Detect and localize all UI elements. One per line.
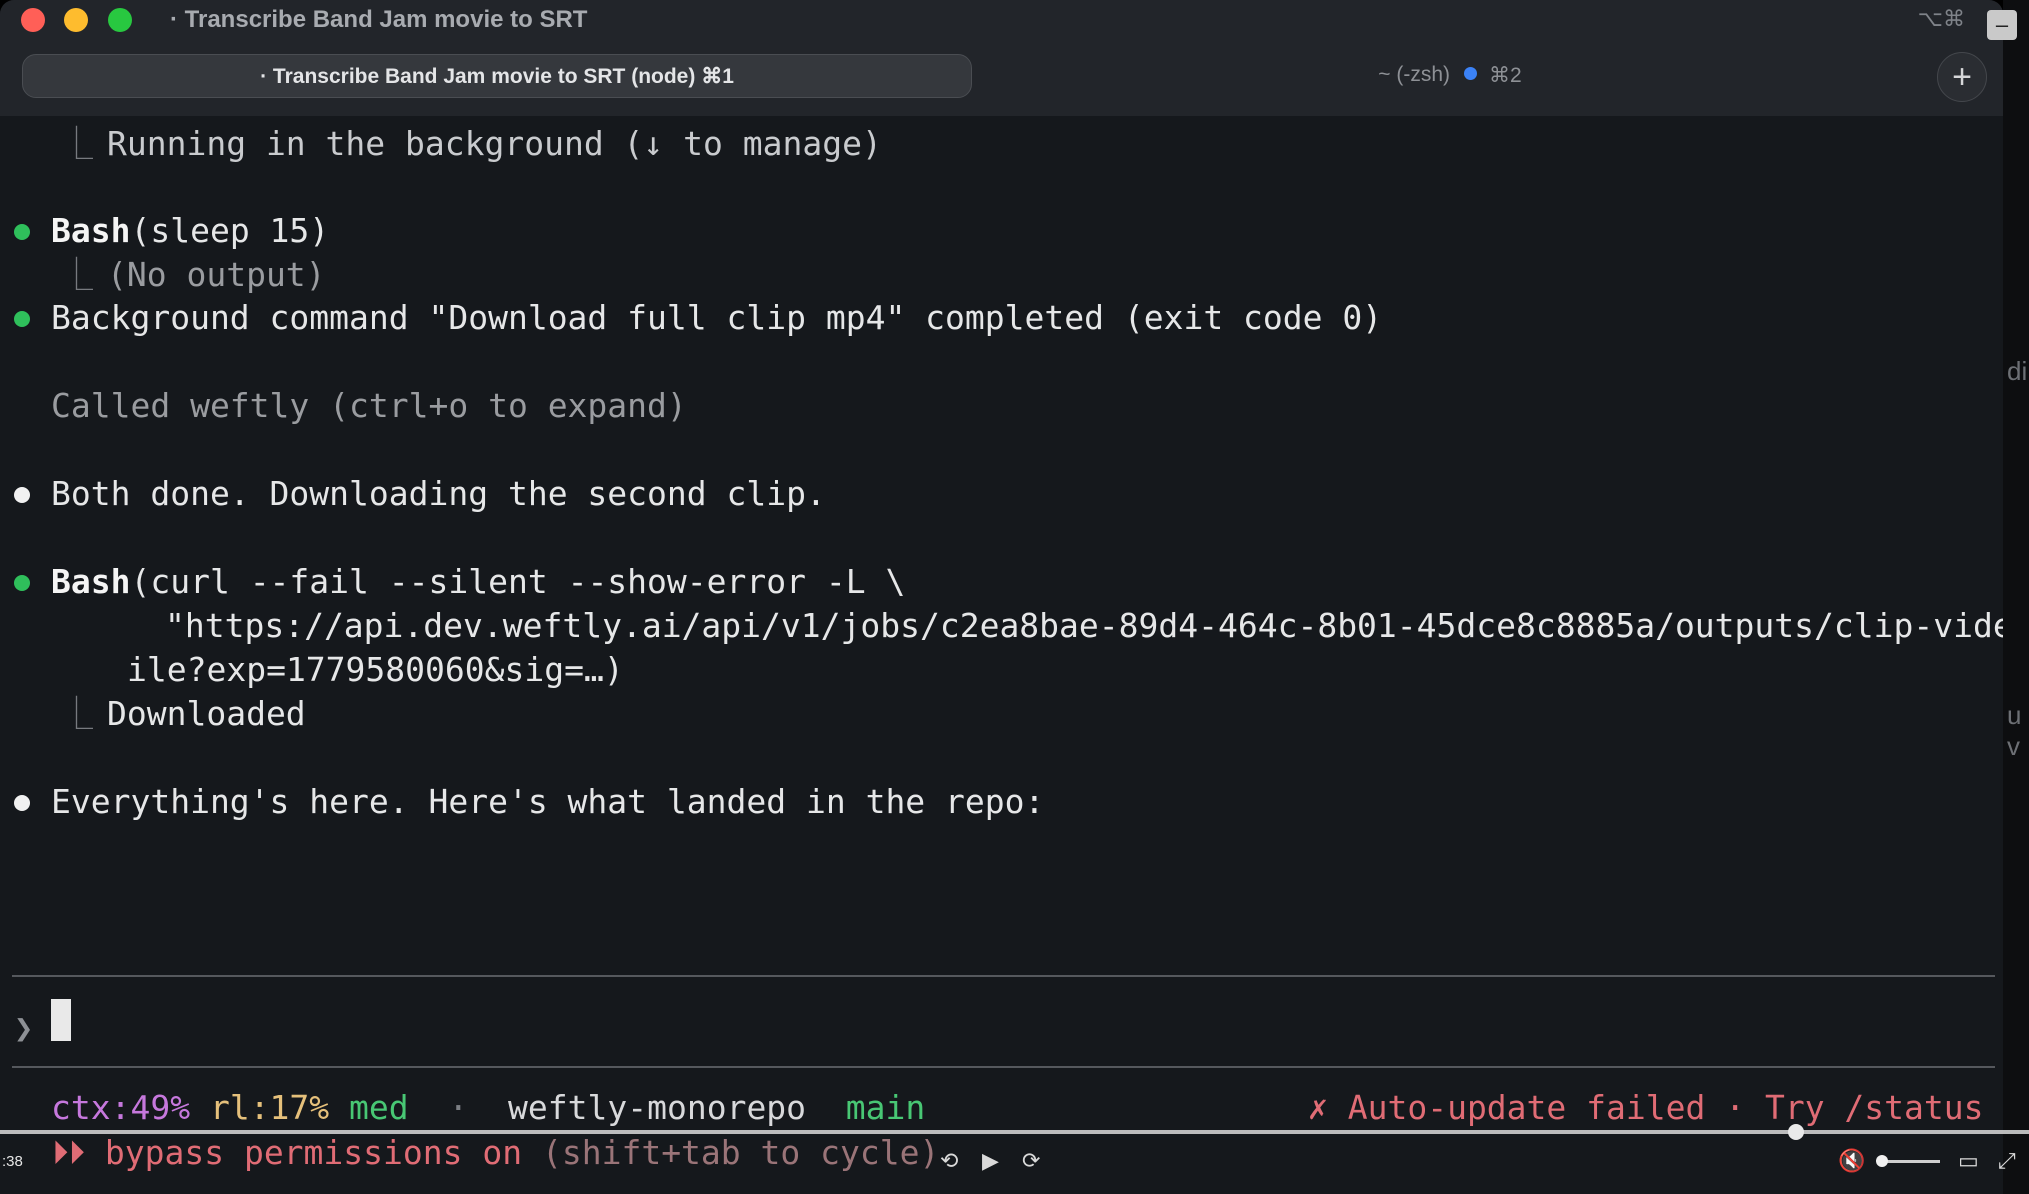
tool-args: (curl --fail --silent --show-error -L \ bbox=[130, 562, 906, 601]
tool-name: Bash bbox=[51, 562, 131, 601]
tool-output: Downloaded bbox=[107, 694, 306, 733]
message-bullet-icon bbox=[14, 795, 30, 811]
mute-icon[interactable]: 🔇 bbox=[1838, 1148, 1865, 1174]
zoom-window-button[interactable] bbox=[108, 8, 132, 32]
message-bullet-icon bbox=[14, 487, 30, 503]
effort-level: med bbox=[349, 1088, 409, 1127]
fullscreen-icon[interactable]: ⤢ bbox=[1998, 1148, 2016, 1174]
tool-args: (sleep 15) bbox=[130, 211, 330, 250]
close-window-button[interactable] bbox=[21, 8, 45, 32]
bypass-label: bypass permissions on bbox=[104, 1133, 523, 1172]
fast-forward-icon: ⏵⏵ bbox=[52, 1133, 85, 1172]
window-shortcut-hint: ⌥⌘ bbox=[1917, 6, 1965, 31]
bypass-hint: (shift+tab to cycle) bbox=[541, 1133, 940, 1172]
minimize-icon[interactable]: – bbox=[1987, 10, 2017, 40]
video-progress-bar[interactable] bbox=[0, 1130, 2029, 1134]
video-timecode: :38 bbox=[2, 1153, 23, 1170]
captions-icon[interactable]: ▭ bbox=[1958, 1148, 1979, 1174]
volume-knob[interactable] bbox=[1876, 1155, 1888, 1167]
bash-call-curl: Bash(curl --fail --silent --show-error -… bbox=[51, 560, 905, 604]
window-title: · Transcribe Band Jam movie to SRT bbox=[170, 6, 588, 33]
side-fragment: dir bbox=[2007, 356, 2029, 386]
play-icon[interactable]: ▶ bbox=[982, 1148, 999, 1174]
tool-output: (No output) bbox=[107, 255, 326, 294]
assistant-message: Both done. Downloading the second clip. bbox=[51, 474, 826, 513]
terminal-window: · Transcribe Band Jam movie to SRT ⌥⌘ · … bbox=[0, 0, 2003, 1194]
permission-mode[interactable]: ⏵⏵ bypass permissions on (shift+tab to c… bbox=[52, 1131, 939, 1175]
tree-corner-icon: ⎿ bbox=[60, 255, 93, 294]
terminal-output: ⎿ Running in the background (↓ to manage… bbox=[0, 116, 2003, 1194]
git-branch: main bbox=[845, 1088, 926, 1127]
status-line: ctx:49% rl:17% med · weftly-monorepo mai… bbox=[51, 1086, 925, 1130]
success-bullet-icon bbox=[14, 575, 30, 591]
tab-transcribe[interactable]: · Transcribe Band Jam movie to SRT (node… bbox=[22, 54, 972, 98]
success-bullet-icon bbox=[14, 311, 30, 327]
forward-icon[interactable]: ⟳ bbox=[1022, 1148, 1040, 1174]
called-weftly-message[interactable]: Called weftly (ctrl+o to expand) bbox=[51, 384, 687, 428]
tree-corner-icon: ⎿ bbox=[60, 124, 93, 163]
assistant-message: Everything's here. Here's what landed in… bbox=[51, 782, 1045, 821]
repo-name: weftly-monorepo bbox=[508, 1088, 807, 1127]
volume-slider[interactable] bbox=[1880, 1160, 1940, 1163]
bash-call-sleep: Bash(sleep 15) bbox=[51, 209, 329, 253]
tab-zsh-label: ~ (-zsh) bbox=[1378, 63, 1451, 86]
curl-url-line-continued: ile?exp=1779580060&sig=…) bbox=[127, 650, 624, 689]
side-fragment: u v bbox=[2007, 700, 2022, 761]
background-complete-message: Background command "Download full clip m… bbox=[51, 298, 1383, 337]
tab-transcribe-label: · Transcribe Band Jam movie to SRT (node… bbox=[260, 64, 734, 88]
rewind-icon[interactable]: ⟲ bbox=[940, 1148, 958, 1174]
prompt-top-divider bbox=[12, 975, 1995, 977]
title-bar: · Transcribe Band Jam movie to SRT ⌥⌘ bbox=[0, 0, 2003, 44]
tool-name: Bash bbox=[51, 211, 131, 250]
background-window-edge: – dir u v bbox=[1987, 0, 2029, 1194]
prompt-bottom-divider bbox=[12, 1066, 1995, 1068]
rate-limit: rl:17% bbox=[209, 1088, 330, 1127]
background-status: Running in the background (↓ to manage) bbox=[107, 124, 882, 163]
video-scrubber-handle[interactable] bbox=[1787, 1124, 1804, 1140]
success-bullet-icon bbox=[14, 224, 30, 240]
curl-url-line: "https://api.dev.weftly.ai/api/v1/jobs/c… bbox=[165, 606, 2003, 645]
tab-zsh-shortcut: ⌘2 bbox=[1489, 63, 1522, 87]
prompt-chevron-icon: ❯ bbox=[14, 1009, 34, 1047]
tab-zsh[interactable]: ~ (-zsh) ⌘2 bbox=[980, 54, 1920, 96]
new-tab-button[interactable]: + bbox=[1937, 52, 1987, 102]
ctx-usage: ctx:49% bbox=[51, 1088, 191, 1127]
tab-activity-dot-icon bbox=[1464, 66, 1478, 80]
tree-corner-icon: ⎿ bbox=[60, 694, 93, 733]
prompt-input-cursor[interactable] bbox=[51, 999, 71, 1041]
auto-update-error[interactable]: ✗ Auto-update failed · Try /status bbox=[1308, 1086, 1984, 1130]
minimize-window-button[interactable] bbox=[64, 8, 88, 32]
status-separator: · bbox=[448, 1088, 469, 1127]
tab-bar: · Transcribe Band Jam movie to SRT (node… bbox=[0, 44, 2003, 116]
